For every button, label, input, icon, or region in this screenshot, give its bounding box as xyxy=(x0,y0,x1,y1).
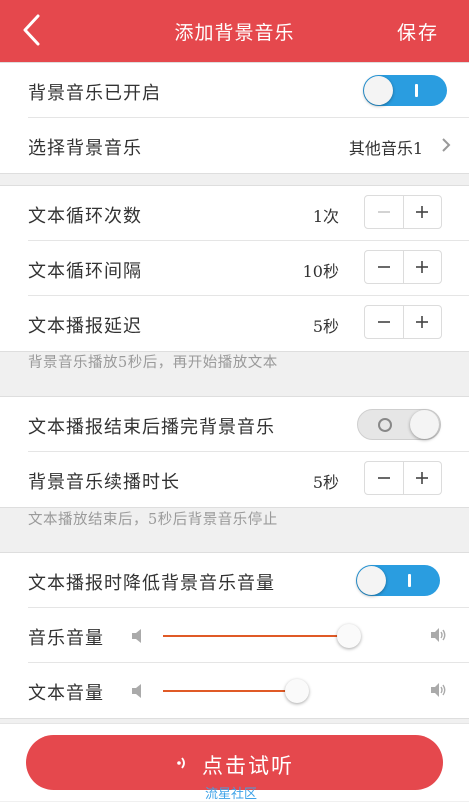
volume-low-icon xyxy=(132,684,141,698)
continue-duration-label: 背景音乐续播时长 xyxy=(28,472,180,493)
volume-high-icon xyxy=(431,628,446,642)
minus-icon xyxy=(378,321,390,323)
section-divider xyxy=(0,173,469,174)
delay-note: 背景音乐播放5秒后，再开始播放文本 xyxy=(28,355,278,371)
row-divider xyxy=(28,662,469,663)
listen-button[interactable]: 点击试听 xyxy=(26,735,443,790)
toggle-on-mark xyxy=(408,574,411,587)
loop-count-minus-button[interactable] xyxy=(365,196,403,228)
loop-interval-plus-button[interactable] xyxy=(403,251,441,283)
bg-music-row: 背景音乐已开启 xyxy=(0,63,469,118)
loop-interval-minus-button[interactable] xyxy=(365,251,403,283)
back-button[interactable] xyxy=(18,12,48,48)
row-divider xyxy=(28,295,469,296)
minus-icon xyxy=(378,211,390,213)
lower-volume-toggle[interactable] xyxy=(356,565,440,596)
loop-count-stepper xyxy=(364,195,442,229)
chevron-right-icon xyxy=(442,138,451,152)
continue-note: 文本播放结束后，5秒后背景音乐停止 xyxy=(28,512,278,528)
select-music-label: 选择背景音乐 xyxy=(28,138,142,159)
loop-interval-value: 10秒 xyxy=(302,262,339,281)
loop-count-label: 文本循环次数 xyxy=(28,206,142,227)
toggle-off-mark xyxy=(378,418,392,432)
select-music-row[interactable]: 选择背景音乐 其他音乐1 xyxy=(0,117,469,173)
plus-icon xyxy=(416,261,428,273)
chevron-left-icon xyxy=(23,14,40,46)
listen-button-label: 点击试听 xyxy=(202,754,294,778)
row-divider xyxy=(28,607,469,608)
lower-volume-row: 文本播报时降低背景音乐音量 xyxy=(0,553,469,608)
music-volume-row: 音乐音量 xyxy=(0,607,469,663)
music-volume-slider[interactable] xyxy=(337,624,361,648)
music-volume-track xyxy=(163,635,349,637)
plus-icon xyxy=(416,316,428,328)
text-volume-slider[interactable] xyxy=(285,679,309,703)
row-divider xyxy=(28,117,469,118)
loop-interval-label: 文本循环间隔 xyxy=(28,261,142,282)
play-delay-label: 文本播报延迟 xyxy=(28,316,142,337)
continue-duration-minus-button[interactable] xyxy=(365,462,403,494)
plus-icon xyxy=(416,206,428,218)
volume-high-icon xyxy=(431,683,446,697)
plus-icon xyxy=(416,472,428,484)
toggle-on-mark xyxy=(415,84,418,97)
play-delay-minus-button[interactable] xyxy=(365,306,403,338)
continue-duration-plus-button[interactable] xyxy=(403,462,441,494)
text-volume-row: 文本音量 xyxy=(0,662,469,718)
continue-duration-row: 背景音乐续播时长 5秒 xyxy=(0,451,469,507)
toggle-knob xyxy=(357,566,386,595)
volume-low-icon xyxy=(132,629,141,643)
music-volume-label: 音乐音量 xyxy=(28,628,104,649)
app-header: 添加背景音乐 保存 xyxy=(0,0,469,62)
bg-music-toggle[interactable] xyxy=(363,75,447,106)
sound-wave-icon xyxy=(177,757,185,769)
play-delay-value: 5秒 xyxy=(312,317,339,336)
continue-duration-value: 5秒 xyxy=(312,473,339,492)
row-divider xyxy=(28,240,469,241)
play-delay-row: 文本播报延迟 5秒 xyxy=(0,295,469,351)
minus-icon xyxy=(378,477,390,479)
selected-music-value: 其他音乐1 xyxy=(348,139,423,158)
loop-count-plus-button[interactable] xyxy=(403,196,441,228)
watermark-text: 流星社区 xyxy=(205,787,258,802)
continue-duration-stepper xyxy=(364,461,442,495)
loop-interval-stepper xyxy=(364,250,442,284)
loop-interval-row: 文本循环间隔 10秒 xyxy=(0,240,469,296)
text-volume-track xyxy=(163,690,297,692)
finish-music-label: 文本播报结束后播完背景音乐 xyxy=(28,417,275,438)
bg-music-label: 背景音乐已开启 xyxy=(28,83,161,104)
loop-count-row: 文本循环次数 1次 xyxy=(0,186,469,241)
play-delay-plus-button[interactable] xyxy=(403,306,441,338)
finish-music-toggle[interactable] xyxy=(357,409,441,440)
toggle-knob xyxy=(410,410,439,439)
finish-music-row: 文本播报结束后播完背景音乐 xyxy=(0,397,469,452)
text-volume-label: 文本音量 xyxy=(28,683,104,704)
loop-count-value: 1次 xyxy=(312,207,339,226)
toggle-knob xyxy=(364,76,393,105)
save-button[interactable]: 保存 xyxy=(397,18,439,45)
play-delay-stepper xyxy=(364,305,442,339)
lower-volume-label: 文本播报时降低背景音乐音量 xyxy=(28,573,275,594)
row-divider xyxy=(28,451,469,452)
minus-icon xyxy=(378,266,390,268)
section-divider xyxy=(0,718,469,719)
